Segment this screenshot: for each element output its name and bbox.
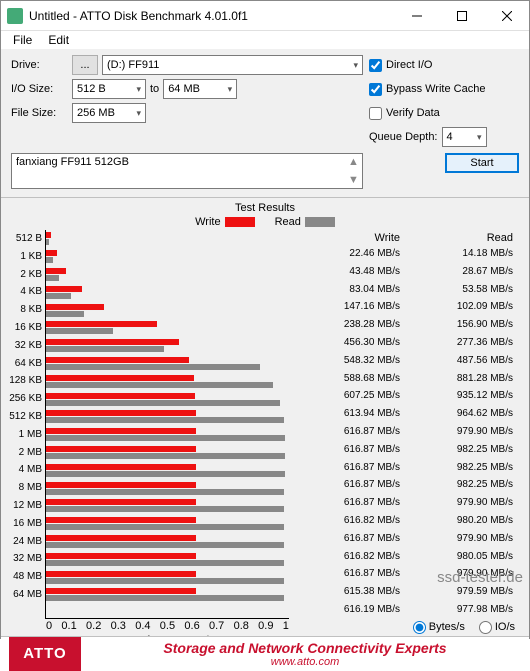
atto-logo: ATTO — [9, 637, 81, 671]
write-swatch — [225, 217, 255, 227]
ios-radio[interactable]: IO/s — [479, 621, 515, 634]
app-window: Untitled - ATTO Disk Benchmark 4.01.0f1 … — [0, 0, 530, 639]
bar-row — [46, 319, 289, 337]
bar-chart: 00.10.20.30.40.50.60.70.80.91 Transfer R… — [45, 230, 289, 619]
footer-url: www.atto.com — [81, 656, 529, 668]
read-column: Read14.18 MB/s28.67 MB/s53.58 MB/s102.09… — [408, 230, 521, 619]
titlebar: Untitled - ATTO Disk Benchmark 4.01.0f1 — [1, 1, 529, 31]
bytes-radio[interactable]: Bytes/s — [413, 621, 465, 634]
bar-row — [46, 497, 289, 515]
bar-row — [46, 444, 289, 462]
bar-row — [46, 479, 289, 497]
scroll-up-icon[interactable]: ▲ — [348, 156, 360, 168]
bar-row — [46, 408, 289, 426]
bar-row — [46, 248, 289, 266]
verify-data-checkbox[interactable]: Verify Data — [369, 107, 440, 120]
bar-row — [46, 390, 289, 408]
minimize-button[interactable] — [394, 1, 439, 31]
drive-label: Drive: — [11, 59, 66, 71]
iosize-from-select[interactable]: 512 B — [72, 79, 146, 99]
footer: ATTO Storage and Network Connectivity Ex… — [1, 636, 529, 671]
window-title: Untitled - ATTO Disk Benchmark 4.01.0f1 — [29, 9, 394, 23]
browse-button[interactable]: ... — [72, 55, 98, 75]
bar-row — [46, 337, 289, 355]
maximize-button[interactable] — [439, 1, 484, 31]
menu-edit[interactable]: Edit — [40, 31, 77, 49]
bar-row — [46, 586, 289, 604]
iosize-to-select[interactable]: 64 MB — [163, 79, 237, 99]
bar-row — [46, 266, 289, 284]
results-title: Test Results — [1, 197, 529, 214]
filesize-select[interactable]: 256 MB — [72, 103, 146, 123]
bar-row — [46, 355, 289, 373]
menubar: File Edit — [1, 31, 529, 49]
x-axis-ticks: 00.10.20.30.40.50.60.70.80.91 — [46, 620, 289, 632]
bar-row — [46, 461, 289, 479]
qdepth-select[interactable]: 4 — [442, 127, 487, 147]
direct-io-checkbox[interactable]: Direct I/O — [369, 59, 432, 72]
iosize-label: I/O Size: — [11, 83, 66, 95]
bar-row — [46, 533, 289, 551]
menu-file[interactable]: File — [5, 31, 40, 49]
watermark: ssd-tester.de — [437, 569, 523, 586]
bar-row — [46, 230, 289, 248]
bypass-cache-checkbox[interactable]: Bypass Write Cache — [369, 83, 485, 96]
write-column: Write22.46 MB/s43.48 MB/s83.04 MB/s147.1… — [295, 230, 408, 619]
bar-row — [46, 515, 289, 533]
filesize-label: File Size: — [11, 107, 66, 119]
to-label: to — [150, 83, 159, 95]
read-swatch — [305, 217, 335, 227]
bar-row — [46, 550, 289, 568]
bar-row — [46, 568, 289, 586]
qdepth-label: Queue Depth: — [369, 131, 438, 143]
bar-row — [46, 301, 289, 319]
y-axis-labels: 512 B1 KB2 KB4 KB8 KB16 KB32 KB64 KB128 … — [9, 230, 45, 619]
start-button[interactable]: Start — [445, 153, 519, 173]
legend: Write Read — [1, 216, 529, 228]
drive-select[interactable]: (D:) FF911 — [102, 55, 363, 75]
footer-tagline: Storage and Network Connectivity Experts — [81, 640, 529, 656]
close-button[interactable] — [484, 1, 529, 31]
scroll-down-icon[interactable]: ▼ — [348, 174, 360, 186]
bar-row — [46, 283, 289, 301]
app-icon — [7, 8, 23, 24]
chart-area: 512 B1 KB2 KB4 KB8 KB16 KB32 KB64 KB128 … — [1, 230, 529, 619]
bar-row — [46, 372, 289, 390]
description-textarea[interactable]: fanxiang FF911 512GB ▲▼ — [11, 153, 363, 189]
bar-row — [46, 426, 289, 444]
